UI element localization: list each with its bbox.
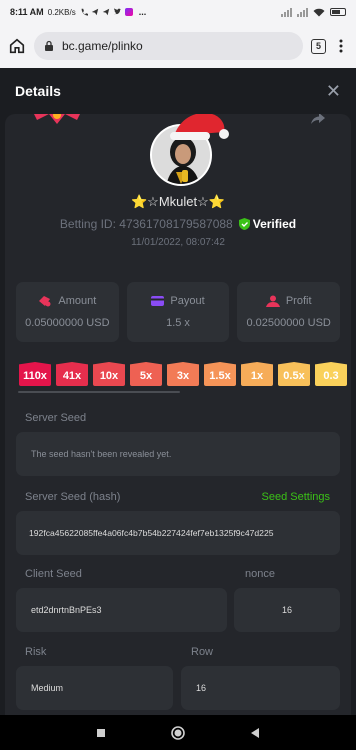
nonce-label: nonce (245, 568, 275, 580)
signal-icon (297, 7, 308, 17)
page-title: Details (15, 83, 61, 99)
risk-label: Risk (25, 646, 47, 658)
tabs-button[interactable]: 5 (311, 38, 326, 54)
telegram-icon (91, 8, 98, 16)
payout-icon (151, 296, 165, 306)
browser-toolbar: bc.game/plinko 5 (0, 24, 356, 68)
stat-amount: Amount 0.05000000 USD (16, 282, 119, 342)
profit-icon (265, 295, 280, 307)
horizontal-scrollbar[interactable] (18, 391, 180, 393)
stat-amount-value: 0.05000000 USD (25, 317, 110, 329)
amount-icon (39, 296, 51, 307)
home-nav-icon[interactable] (171, 725, 185, 740)
bet-stats: Amount 0.05000000 USD Payout 1.5 x Profi… (16, 282, 341, 342)
verified-label: Verified (252, 217, 297, 231)
url-text: bc.game/plinko (62, 39, 143, 53)
multiplier-bucket[interactable]: 10x (93, 362, 125, 386)
multiplier-bucket[interactable]: 3x (167, 362, 199, 386)
multiplier-bucket[interactable]: 110x (19, 362, 51, 386)
betting-id-row: Betting ID: 47361708179587088 Verified (5, 217, 351, 231)
stat-payout: Payout 1.5 x (126, 282, 230, 342)
stat-payout-value: 1.5 x (166, 317, 190, 329)
app-icon (124, 8, 133, 16)
multiplier-bucket[interactable]: 5x (130, 362, 162, 386)
stat-payout-label: Payout (170, 295, 205, 307)
screen: 8:11 AM 0.2KB/s ... bc.game/plinko 5 Det… (0, 0, 356, 750)
seed-settings-link[interactable]: Seed Settings (262, 491, 331, 503)
client-seed-field[interactable]: etd2dnrtnBnPEs3 (16, 588, 227, 632)
betting-id: Betting ID: 47361708179587088 (59, 217, 233, 231)
more-vertical-icon[interactable] (334, 38, 348, 54)
home-icon[interactable] (8, 37, 26, 55)
row-label: Row (191, 646, 214, 658)
decoration-icon (34, 114, 80, 124)
server-seed-label: Server Seed (25, 412, 87, 424)
server-seed-field[interactable]: The seed hasn't been revealed yet. (16, 432, 340, 476)
status-time: 8:11 AM (10, 7, 44, 17)
more-notifications: ... (138, 7, 147, 17)
status-speed: 0.2KB/s (47, 7, 76, 17)
back-icon[interactable] (250, 727, 260, 739)
client-seed-label: Client Seed (25, 568, 82, 580)
multiplier-row: 110x 41x 10x 5x 3x 1.5x 1x 0.5x 0.3 (19, 362, 351, 390)
multiplier-bucket[interactable]: 0.3 (315, 362, 347, 386)
row-field[interactable]: 16 (181, 666, 340, 710)
signal-icon (281, 7, 292, 17)
system-nav-bar (0, 715, 356, 750)
stat-amount-label: Amount (58, 295, 97, 307)
server-seed-hash-label: Server Seed (hash) (25, 491, 121, 503)
multiplier-bucket[interactable]: 41x (56, 362, 88, 386)
notification-icons: ... (80, 7, 147, 17)
bet-details-panel: ⭐☆Mkulet☆⭐ Betting ID: 47361708179587088… (5, 114, 351, 715)
multiplier-bucket[interactable]: 0.5x (278, 362, 310, 386)
status-bar: 8:11 AM 0.2KB/s ... (0, 0, 356, 24)
verified-badge: Verified (238, 217, 297, 231)
nonce-field[interactable]: 16 (234, 588, 340, 632)
close-icon[interactable]: ✕ (326, 81, 341, 102)
user-avatar (150, 114, 229, 188)
lock-icon (45, 40, 53, 51)
wifi-icon (313, 8, 325, 16)
santa-hat-icon (170, 114, 229, 140)
details-header: Details ✕ (0, 68, 356, 114)
server-seed-hash-field[interactable]: 192fca45622085ffe4a06fc4b7b54b227424fef7… (16, 511, 340, 555)
twitter-icon (113, 8, 121, 15)
share-icon[interactable] (310, 114, 326, 126)
recents-icon[interactable] (96, 728, 106, 738)
stat-profit-value: 0.02500000 USD (246, 317, 331, 329)
address-bar[interactable]: bc.game/plinko (34, 32, 303, 60)
risk-field[interactable]: Medium (16, 666, 173, 710)
phone-icon (81, 8, 88, 16)
bet-date: 11/01/2022, 08:07:42 (131, 237, 225, 248)
telegram-icon (102, 8, 109, 16)
multiplier-bucket[interactable]: 1.5x (204, 362, 236, 386)
shield-check-icon (238, 218, 250, 230)
username: ⭐☆Mkulet☆⭐ (131, 194, 225, 209)
stat-profit: Profit 0.02500000 USD (237, 282, 341, 342)
battery-icon (330, 8, 346, 16)
multiplier-bucket[interactable]: 1x (241, 362, 273, 386)
stat-profit-label: Profit (285, 295, 312, 307)
